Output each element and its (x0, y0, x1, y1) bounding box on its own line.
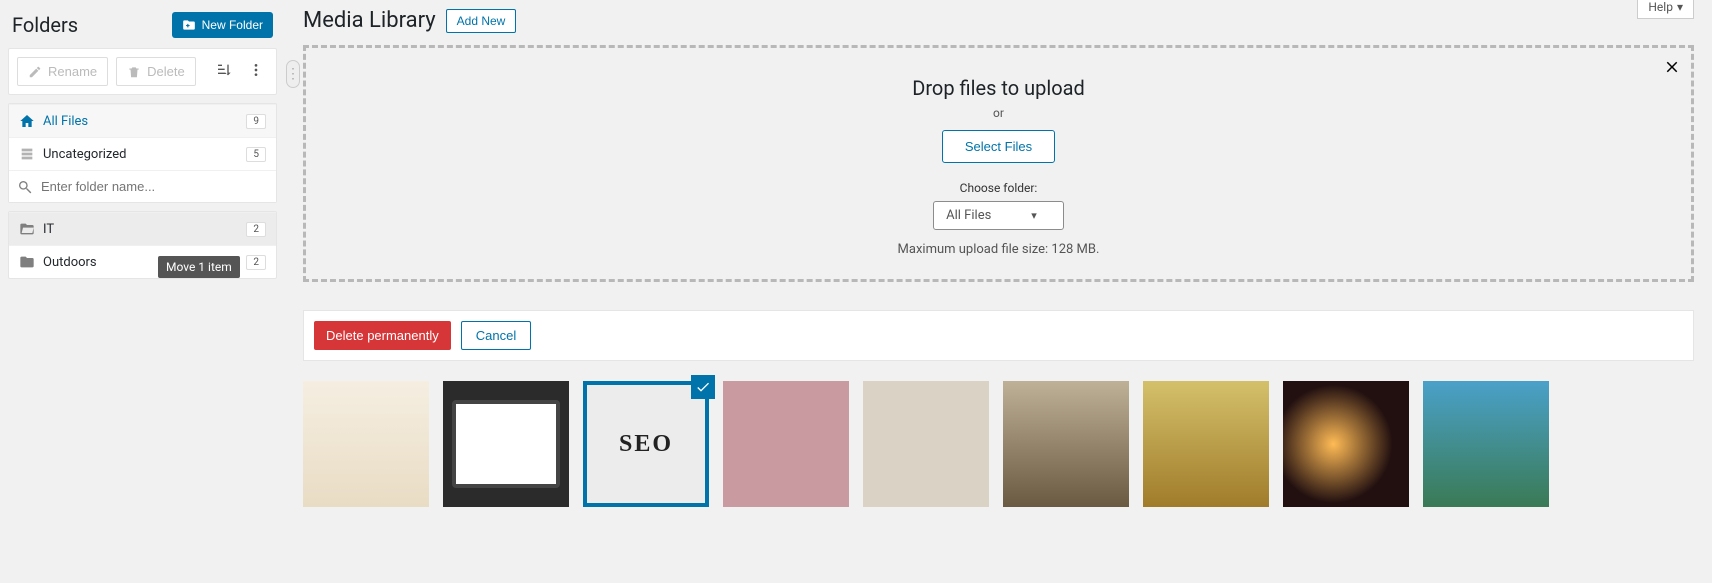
folder-label: IT (43, 222, 54, 237)
close-dropzone-button[interactable] (1663, 56, 1681, 82)
folder-count-badge: 2 (246, 222, 266, 237)
folder-icon (19, 254, 35, 270)
trash-icon (127, 65, 141, 79)
folder-item-uncategorized[interactable]: Uncategorized 5 (9, 137, 276, 170)
media-item[interactable] (723, 381, 849, 507)
folder-open-icon (19, 221, 35, 237)
media-item[interactable] (1283, 381, 1409, 507)
cancel-button[interactable]: Cancel (461, 321, 531, 350)
folder-count-badge: 9 (246, 114, 266, 129)
main-content: Help ▾ Media Library Add New Drop files … (285, 0, 1712, 583)
new-folder-button[interactable]: New Folder (172, 12, 273, 38)
folders-sidebar: Folders New Folder Rename Delete (0, 0, 285, 583)
delete-folder-button[interactable]: Delete (116, 57, 196, 86)
bulk-action-bar: Delete permanently Cancel (303, 310, 1694, 361)
folder-count-badge: 2 (246, 255, 266, 270)
select-files-button[interactable]: Select Files (942, 130, 1055, 163)
folder-label: All Files (43, 114, 88, 129)
sort-button[interactable] (212, 58, 236, 85)
folder-count-badge: 5 (246, 147, 266, 162)
media-item[interactable] (443, 381, 569, 507)
media-item[interactable] (1003, 381, 1129, 507)
media-item[interactable] (863, 381, 989, 507)
folders-title: Folders (12, 13, 78, 37)
folder-plus-icon (182, 18, 196, 32)
upload-dropzone[interactable]: Drop files to upload or Select Files Cho… (303, 45, 1694, 282)
media-item[interactable] (303, 381, 429, 507)
page-title: Media Library (303, 8, 436, 33)
delete-permanently-button[interactable]: Delete permanently (314, 321, 451, 350)
sidebar-resizer[interactable] (286, 60, 300, 88)
more-options-button[interactable] (244, 58, 268, 85)
choose-folder-label: Choose folder: (326, 181, 1671, 195)
search-icon (17, 179, 33, 195)
help-tab[interactable]: Help ▾ (1637, 0, 1694, 19)
media-item[interactable] (1423, 381, 1549, 507)
rename-button[interactable]: Rename (17, 57, 108, 86)
rename-icon (28, 65, 42, 79)
uncategorized-icon (19, 146, 35, 162)
rename-label: Rename (48, 64, 97, 79)
new-folder-label: New Folder (202, 18, 263, 32)
folder-item-it[interactable]: IT 2 (9, 212, 276, 245)
media-grid: SEO (303, 381, 1694, 507)
max-upload-size: Maximum upload file size: 128 MB. (326, 242, 1671, 257)
media-item[interactable] (1143, 381, 1269, 507)
kebab-icon (248, 62, 264, 78)
folder-label: Outdoors (43, 255, 97, 270)
home-icon (19, 113, 35, 129)
folder-label: Uncategorized (43, 147, 126, 162)
chevron-down-icon: ▾ (1677, 0, 1683, 14)
dropzone-or: or (326, 106, 1671, 120)
dropzone-title: Drop files to upload (326, 76, 1671, 100)
drag-tooltip: Move 1 item (158, 256, 240, 278)
folder-search-input[interactable] (9, 171, 276, 202)
close-icon (1663, 58, 1681, 76)
folder-select[interactable]: All Files (933, 201, 1064, 230)
folder-select-value: All Files (946, 208, 991, 223)
folder-item-all-files[interactable]: All Files 9 (9, 104, 276, 137)
selected-check-icon (691, 375, 715, 399)
delete-folder-label: Delete (147, 64, 185, 79)
add-new-button[interactable]: Add New (446, 9, 517, 33)
sort-icon (216, 62, 232, 78)
media-item-selected[interactable]: SEO (583, 381, 709, 507)
